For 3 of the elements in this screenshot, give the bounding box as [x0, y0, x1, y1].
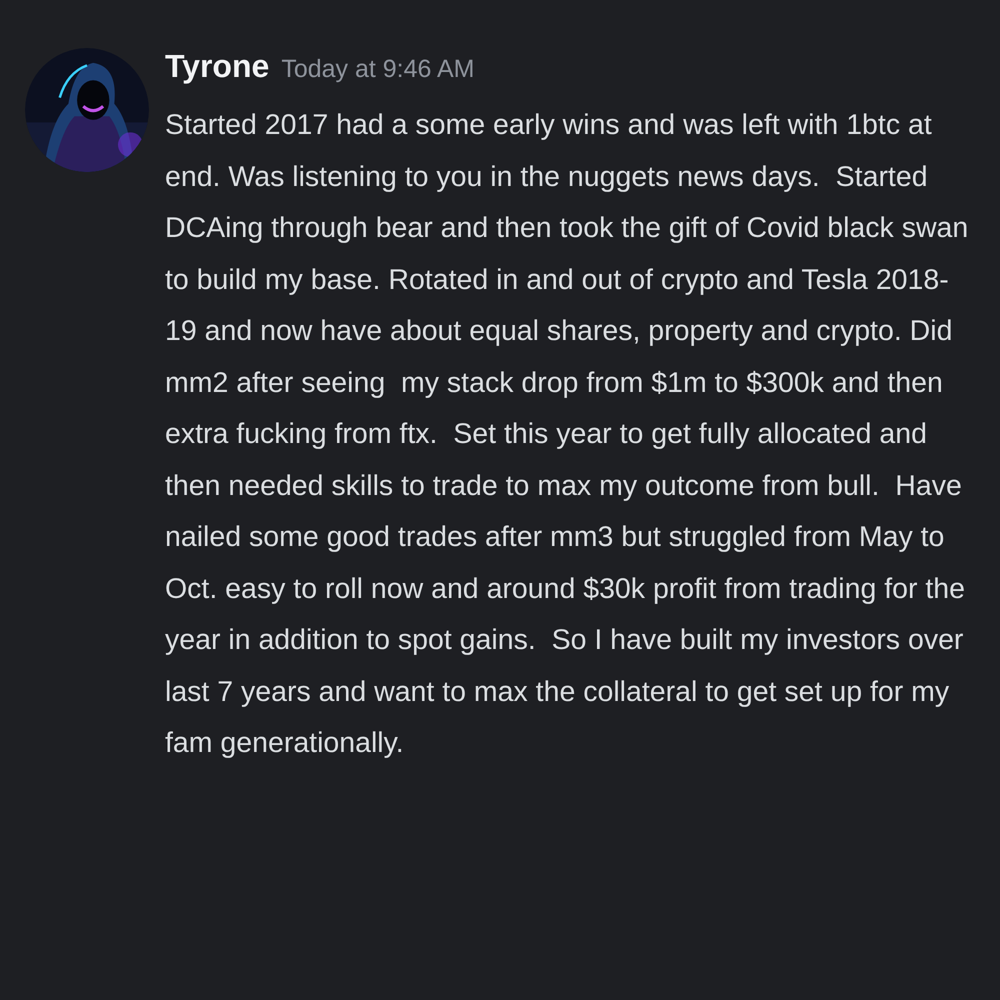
message-timestamp: Today at 9:46 AM [281, 55, 474, 84]
author-name[interactable]: Tyrone [165, 48, 270, 85]
message-text: Started 2017 had a some early wins and was left with 1btc at end. Was listening to you in the nuggets news days. Started DCAing through bear and then took the gift of Covid black swan to build my base. Rotated in and out of crypto and Tesla 2018-19 and now have about equal shares, property and crypto. Did mm2 after seeing my stack drop from $1m to $300k and then extra fucking from ftx. Set this year to get fully allocated and then needed skills to trade to max my outcome from bull. Have nailed some good trades after mm3 but struggled from May to Oct. easy to roll now and around $30k profit from trading for the year in addition to spot gains. So I have built my investors over last 7 years and want to max the collateral to get set up for my fam generationally. [165, 108, 970, 761]
